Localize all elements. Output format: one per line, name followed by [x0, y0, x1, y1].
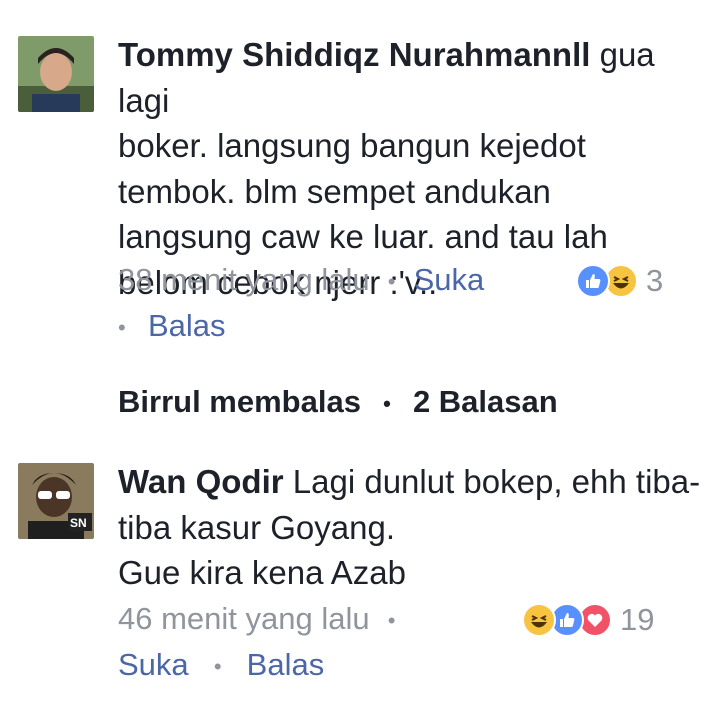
comment-actions-1: • Balas	[118, 308, 226, 344]
comment-text: tembok. blm sempet andukan	[118, 172, 551, 210]
comment-text: langsung caw ke luar. and tau lah	[118, 218, 608, 255]
separator-dot: •	[383, 390, 391, 416]
comment-author[interactable]: Tommy Shiddiqz Nurahmannll	[118, 36, 590, 73]
separator-dot: •	[213, 653, 222, 679]
like-button[interactable]: Suka	[118, 647, 189, 682]
haha-icon	[522, 603, 556, 637]
comment-body-2: Wan Qodir Lagi dunlut bokep, ehh tiba- t…	[118, 459, 708, 596]
comment-text: Gue kira kena Azab	[118, 554, 407, 591]
timestamp[interactable]: 38 menit yang lalu	[118, 262, 370, 297]
replies-summary[interactable]: Birrul membalas • 2 Balasan	[118, 384, 558, 420]
reaction-summary-1[interactable]: 3	[576, 263, 663, 299]
avatar-tommy[interactable]	[18, 36, 94, 112]
reply-button[interactable]: Balas	[247, 647, 325, 682]
reaction-count: 19	[620, 602, 655, 637]
replier-name: Birrul membalas	[118, 384, 361, 419]
separator-dot: •	[387, 268, 396, 294]
like-button[interactable]: Suka	[414, 262, 485, 297]
avatar-wan[interactable]: SN	[18, 463, 94, 539]
separator-dot: •	[118, 314, 126, 340]
comment-text: boker. langsung bangun kejedot	[118, 127, 586, 164]
comment-text: tiba kasur Goyang.	[118, 508, 395, 546]
comment-meta-1: 38 menit yang lalu • Suka	[118, 262, 484, 298]
separator-dot: •	[387, 607, 396, 633]
timestamp[interactable]: 46 menit yang lalu	[118, 601, 370, 636]
reply-count: 2 Balasan	[412, 384, 558, 419]
comment-text: Lagi dunlut bokep, ehh tiba-	[283, 463, 701, 500]
comment-meta-2: 46 menit yang lalu •	[118, 601, 414, 637]
comment-author[interactable]: Wan Qodir	[118, 463, 284, 500]
svg-text:SN: SN	[70, 516, 87, 530]
reaction-count: 3	[646, 263, 664, 298]
comment-actions-2: Suka • Balas	[118, 647, 324, 683]
reaction-summary-2[interactable]: 19	[522, 602, 654, 638]
like-icon	[576, 264, 610, 298]
reply-button[interactable]: Balas	[148, 308, 226, 343]
